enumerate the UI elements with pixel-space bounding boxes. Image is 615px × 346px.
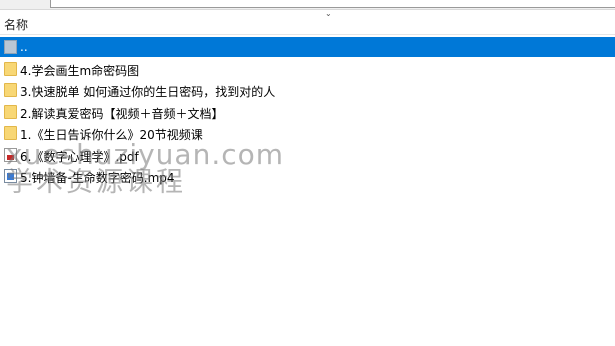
watermark: xueshuziyuan.com 学术资源课程 [6,140,284,198]
file-row-parent[interactable]: .. [0,37,615,57]
folder-icon [4,83,17,97]
name-column-header[interactable]: 名称 [4,16,28,33]
folder-icon [4,104,17,119]
address-bar-strip [0,0,615,10]
file-name: 3.快速脱单 如何通过你的生日密码，找到对的人 [20,85,276,99]
file-row[interactable]: 2.解读真爱密码【视频＋音频＋文档】 [0,102,615,122]
watermark-text: 学术资源课程 [6,167,186,199]
file-row[interactable]: 4.学会画生m命密码图 [0,59,615,79]
file-name: .. [20,40,28,54]
watermark-url: xueshuziyuan.com [6,138,285,171]
address-bar[interactable] [50,0,615,8]
file-row[interactable]: 3.快速脱单 如何通过你的生日密码，找到对的人 [0,80,615,100]
folder-icon [4,61,17,76]
file-name: 2.解读真爱密码【视频＋音频＋文档】 [20,106,224,121]
up-folder-icon [4,40,17,54]
file-name: 4.学会画生m命密码图 [20,63,140,78]
column-header: 名称 [0,14,615,35]
